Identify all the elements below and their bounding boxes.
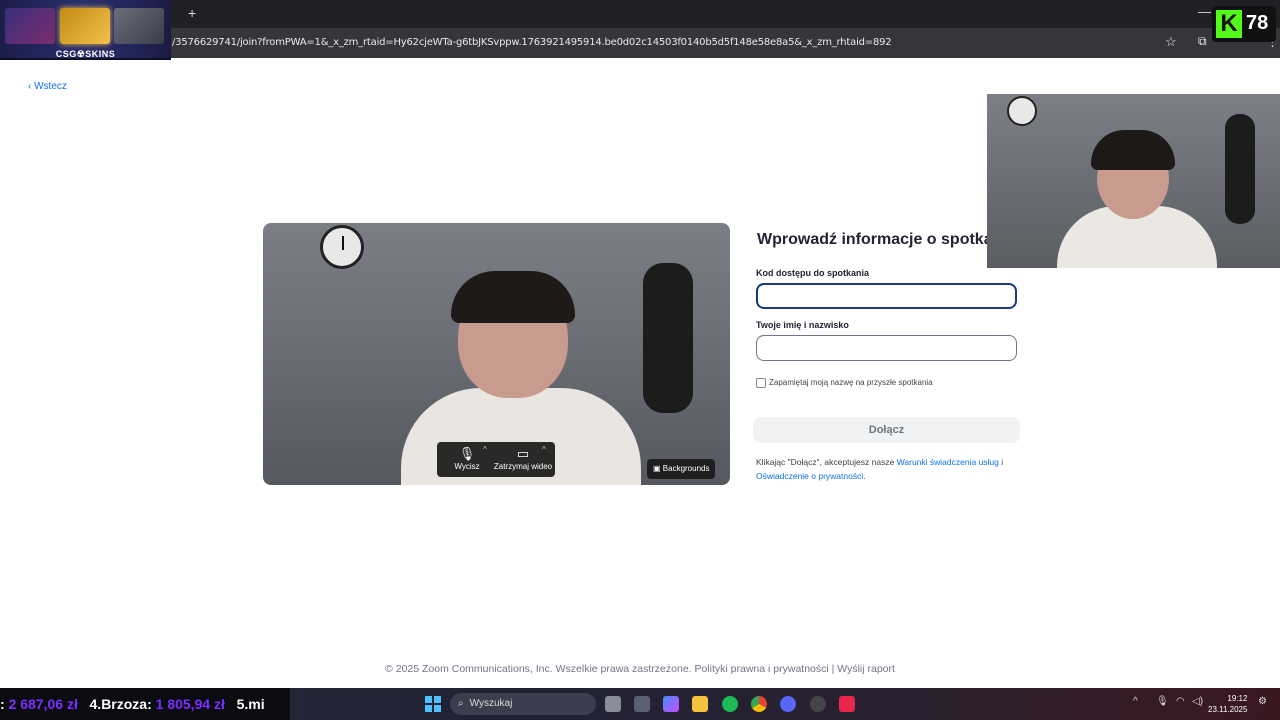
microphone-icon[interactable]: 🎙 <box>1156 696 1169 707</box>
meeting-code-label: Kod dostępu do spotkania <box>756 268 870 278</box>
search-placeholder: Wyszukaj <box>469 698 513 709</box>
footer-text: © 2025 Zoom Communications, Inc. Wszelki… <box>385 663 895 675</box>
clock-time: 19:12 <box>1227 694 1248 703</box>
copilot-icon[interactable] <box>663 696 679 712</box>
microphone-image <box>1225 114 1255 224</box>
chevron-up-icon[interactable]: ^ <box>1133 696 1138 707</box>
skin-image-highlighted <box>60 8 110 44</box>
wifi-icon[interactable]: ◠ <box>1176 696 1185 707</box>
system-clock[interactable]: 19:12 23.11.2025 <box>1208 693 1247 715</box>
kick-logo: K <box>1216 10 1242 38</box>
skin-image <box>5 8 55 44</box>
taskbar-search[interactable]: ⌕ Wyszukaj <box>450 693 596 715</box>
wall-clock-image <box>1007 96 1037 126</box>
clock-date: 23.11.2025 <box>1208 705 1248 714</box>
microphone-image <box>643 263 693 413</box>
windows-start-icon[interactable] <box>425 696 441 712</box>
meeting-code-input[interactable] <box>756 283 1017 309</box>
remember-label: Zapamiętaj moją nazwę na przyszłe spotka… <box>769 378 933 388</box>
puzzle-icon[interactable]: ⧉ <box>1198 34 1207 49</box>
url-text[interactable]: /3576629741/join?fromPWA=1&_x_zm_rtaid=H… <box>172 37 892 48</box>
discord-icon[interactable] <box>780 696 796 712</box>
tiktok-icon[interactable] <box>839 696 855 712</box>
join-button[interactable]: Dołącz <box>753 417 1020 443</box>
skin-image <box>114 8 164 44</box>
terms-suffix: . <box>863 471 866 481</box>
image-icon: ▣ <box>653 464 663 473</box>
file-explorer-icon[interactable] <box>692 696 708 712</box>
backgrounds-button[interactable]: ▣ Backgrounds <box>647 459 716 479</box>
name-input[interactable] <box>756 335 1017 361</box>
minimize-button[interactable]: — <box>1198 4 1211 19</box>
new-tab-button[interactable]: + <box>188 5 196 21</box>
volume-icon[interactable]: ◁) <box>1192 696 1203 707</box>
csgoskins-overlay: CSG☢SKINS <box>0 0 171 60</box>
kick-badge: K 78 <box>1212 6 1276 42</box>
terms-mid: i <box>998 457 1004 467</box>
ticker-entry: : <box>0 696 9 712</box>
star-icon[interactable]: ☆ <box>1165 34 1177 50</box>
terms-text: Klikając "Dołącz", akceptujesz nasze War… <box>756 455 1026 483</box>
ticker-entry: 5.mi <box>236 696 265 712</box>
address-bar[interactable]: /3576629741/join?fromPWA=1&_x_zm_rtaid=H… <box>0 28 1280 58</box>
video-options-caret-icon[interactable]: ^ <box>542 445 546 454</box>
person-headphones <box>451 271 575 323</box>
video-label: Zatrzymaj wideo <box>493 462 553 471</box>
app-icon[interactable] <box>810 696 826 712</box>
browser-tab-strip: + — <box>0 0 1280 28</box>
back-link[interactable]: ‹ Wstecz <box>28 81 67 92</box>
ticker-amount: 2 687,06 zł <box>8 696 78 712</box>
windows-taskbar: : 2 687,06 zł 4.Brzoza: 1 805,94 zł 5.mi… <box>0 688 1280 720</box>
donation-ticker: : 2 687,06 zł 4.Brzoza: 1 805,94 zł 5.mi <box>0 688 290 720</box>
spotify-icon[interactable] <box>722 696 738 712</box>
audio-options-caret-icon[interactable]: ^ <box>483 445 487 454</box>
skins-logo: CSG☢SKINS <box>55 49 116 59</box>
kick-count: 78 <box>1246 12 1269 34</box>
ticker-entry: 4.Brzoza: <box>89 696 156 712</box>
backgrounds-label: Backgrounds <box>662 464 710 473</box>
chrome-icon[interactable] <box>751 696 767 712</box>
person-headphones <box>1091 130 1175 170</box>
task-view-icon[interactable] <box>605 696 621 712</box>
remember-checkbox[interactable] <box>756 378 766 388</box>
webcam-overlay <box>987 94 1280 268</box>
back-label: Wstecz <box>34 81 67 92</box>
notification-bell-icon[interactable]: ⚙ <box>1258 696 1267 707</box>
ticker-amount: 1 805,94 zł <box>155 696 225 712</box>
store-icon[interactable] <box>634 696 650 712</box>
preview-controls: 🎙 Wycisz ^ ▭ Zatrzymaj wideo ^ <box>437 442 555 477</box>
mute-label: Wycisz <box>454 462 480 471</box>
search-icon: ⌕ <box>458 698 464 709</box>
form-title: Wprowadź informacje o spotkaniu <box>757 231 1017 248</box>
remember-name-option[interactable]: Zapamiętaj moją nazwę na przyszłe spotka… <box>756 378 933 388</box>
wall-clock-image <box>320 225 364 269</box>
terms-link[interactable]: Warunki świadczenia usług <box>897 457 999 467</box>
video-preview: 🎙 Wycisz ^ ▭ Zatrzymaj wideo ^ ▣ Backgro… <box>263 223 730 485</box>
terms-prefix: Klikając "Dołącz", akceptujesz nasze <box>756 457 897 467</box>
privacy-link[interactable]: Oświadczenie o prywatności <box>756 471 863 481</box>
name-label: Twoje imię i nazwisko <box>756 320 849 330</box>
